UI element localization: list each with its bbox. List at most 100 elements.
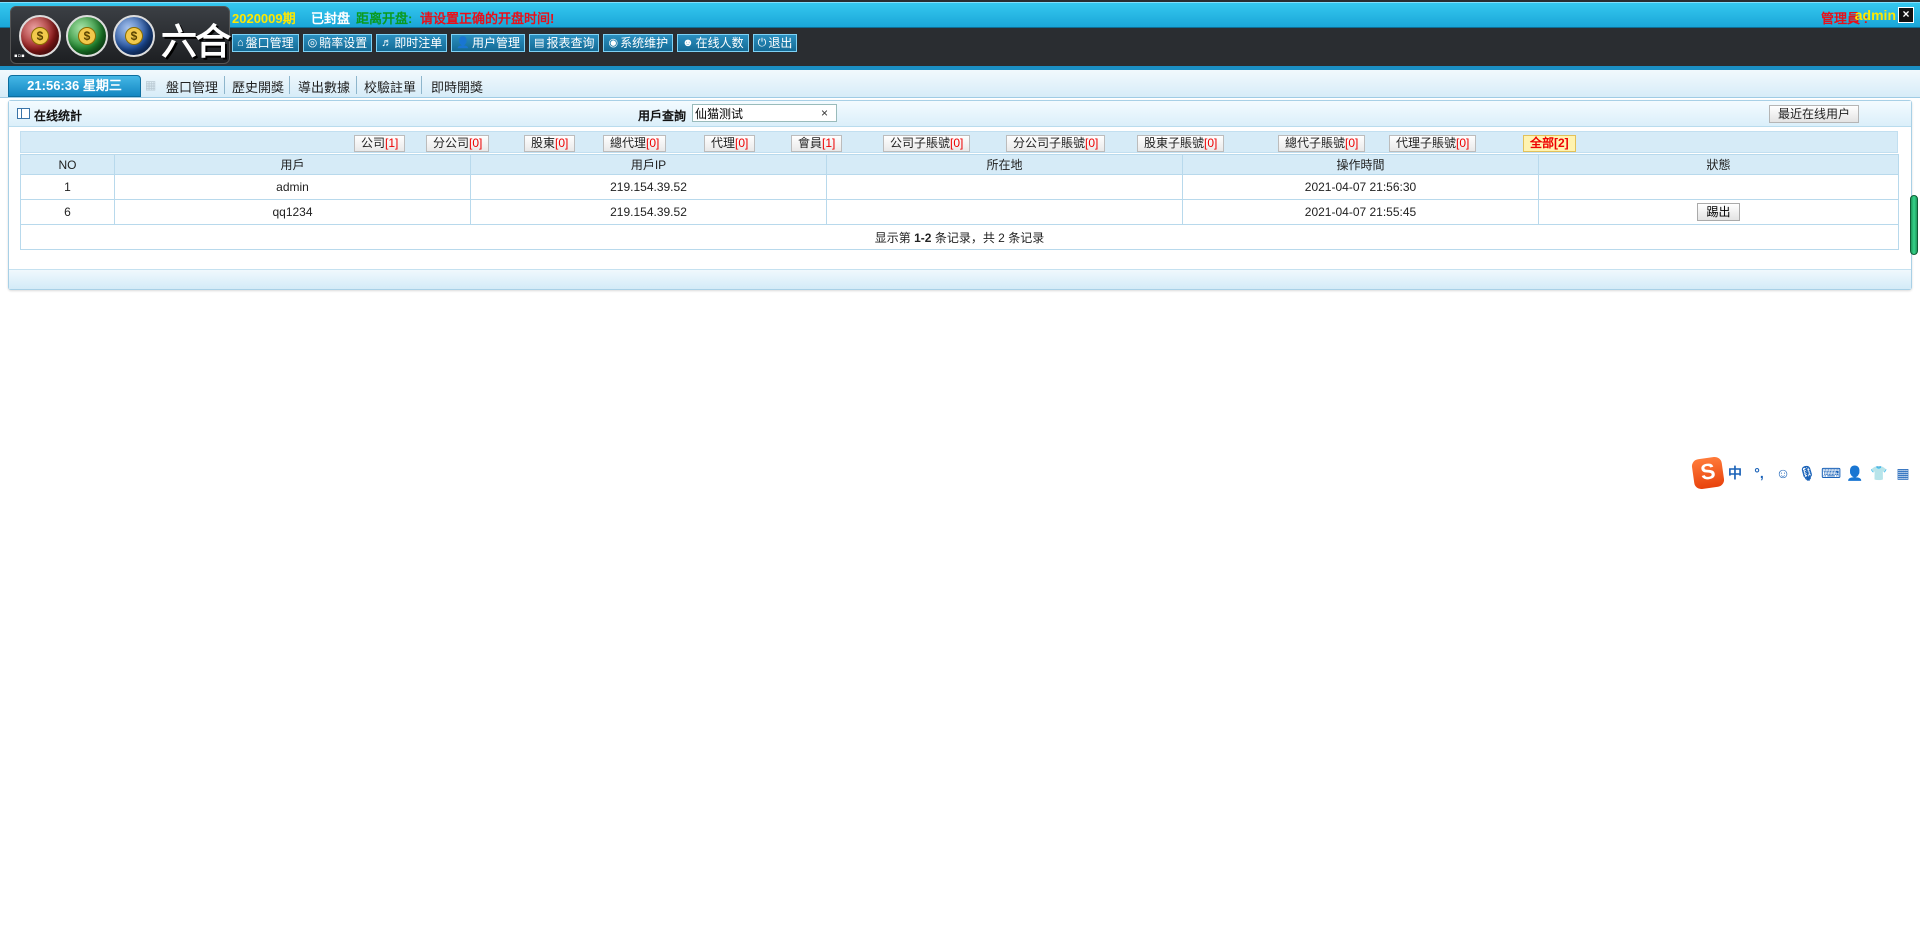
filter-general-agent-subaccount-button[interactable]: 總代子賬號[0]	[1278, 135, 1366, 152]
logo-text: 六合	[161, 21, 231, 63]
filter-all-button[interactable]: 全部[2]	[1523, 135, 1576, 152]
cell-no: 1	[20, 174, 115, 200]
filter-general-agent-button[interactable]: 總代理[0]	[603, 135, 667, 152]
filter-label: 分公司	[433, 136, 470, 150]
panel-title: 在线统計	[34, 109, 83, 123]
user-icon: 👤	[456, 36, 471, 49]
filter-label: 總代理	[610, 136, 647, 150]
close-icon[interactable]: ×	[1898, 7, 1914, 23]
filter-agent-subaccount-button[interactable]: 代理子賬號[0]	[1389, 135, 1477, 152]
user-icon[interactable]: 👤	[1843, 465, 1867, 482]
cell-time: 2021-04-07 21:56:30	[1182, 174, 1539, 200]
filter-branch-subaccount-button[interactable]: 分公司子賬號[0]	[1006, 135, 1106, 152]
nav-odds-board-button[interactable]: ⌂ 盤口管理	[232, 34, 299, 52]
keyboard-icon[interactable]: ⌨	[1819, 465, 1843, 482]
emoji-icon[interactable]: ☺	[1771, 465, 1795, 481]
user-search-label: 用戶查詢	[638, 109, 687, 123]
kick-user-button[interactable]: 踢出	[1697, 203, 1740, 221]
filter-count: [0]	[469, 136, 483, 150]
cell-no: 6	[20, 199, 115, 225]
tab-bar: 21:56:36 星期三 ▦ 盤口管理 歷史開獎 導出數據 校驗註單 即時開獎	[0, 70, 1920, 98]
toolbox-icon[interactable]: ▦	[1891, 465, 1915, 482]
table-row: 6 qq1234 219.154.39.52 2021-04-07 21:55:…	[20, 199, 1899, 225]
column-header-user: 用戶	[114, 154, 471, 175]
dollar-icon: $	[78, 27, 96, 45]
tab-separator	[356, 76, 357, 94]
tab-live-draw[interactable]: 即時開獎	[431, 77, 483, 96]
chinese-mode-icon[interactable]: 中	[1723, 463, 1747, 483]
user-search-input[interactable]	[692, 104, 837, 122]
filter-member-button[interactable]: 會員[1]	[791, 135, 843, 152]
filter-count: [0]	[950, 136, 964, 150]
broadcast-icon: ◉	[608, 36, 619, 49]
nav-label: 系统维护	[620, 35, 669, 50]
pagination-summary: 显示第 1-2 条记录，共 2 条记录	[20, 224, 1899, 250]
filter-company-subaccount-button[interactable]: 公司子賬號[0]	[883, 135, 971, 152]
skin-icon[interactable]: 👕	[1867, 465, 1891, 482]
filter-company-button[interactable]: 公司[1]	[354, 135, 406, 152]
punctuation-icon[interactable]: °,	[1747, 465, 1771, 481]
nav-online-users-button[interactable]: ☻ 在线人数	[677, 34, 749, 52]
nav-live-bets-button[interactable]: ♬ 即时注单	[376, 34, 448, 52]
filter-count: [0]	[1456, 136, 1470, 150]
recent-online-users-button[interactable]: 最近在线用户	[1768, 105, 1859, 123]
filter-count: [0]	[735, 136, 749, 150]
filter-count: [0]	[646, 136, 660, 150]
nav-logout-button[interactable]: ⏻ 退出	[752, 34, 798, 52]
filter-branch-button[interactable]: 分公司[0]	[426, 135, 490, 152]
filter-label: 公司	[361, 136, 386, 150]
music-note-icon: ♬	[381, 36, 393, 49]
filter-label: 股東	[531, 136, 556, 150]
filter-label: 會員	[798, 136, 823, 150]
filter-agent-button[interactable]: 代理[0]	[704, 135, 756, 152]
filter-shareholder-button[interactable]: 股東[0]	[524, 135, 576, 152]
pagination-suffix: 条记录	[1008, 230, 1045, 245]
tab-separator	[289, 76, 290, 94]
admin-name: admin	[1854, 7, 1896, 23]
column-header-status: 狀態	[1538, 154, 1899, 175]
nav-label: 报表查询	[546, 35, 595, 50]
pagination-middle: 条记录，共	[934, 230, 995, 245]
open-countdown-label: 距离开盘:	[356, 11, 413, 26]
column-header-time: 操作時間	[1182, 154, 1539, 175]
microphone-icon[interactable]: 🎙	[1795, 465, 1819, 482]
pagination-prefix: 显示第	[874, 230, 911, 245]
tab-odds-board[interactable]: 盤口管理	[166, 77, 218, 96]
tab-draw-history[interactable]: 歷史開獎	[232, 77, 284, 96]
filter-label: 分公司子賬號	[1013, 136, 1086, 150]
sogou-logo-icon[interactable]: S	[1691, 456, 1725, 490]
nav-user-management-button[interactable]: 👤 用户管理	[451, 34, 526, 52]
period-number: 2020009期	[232, 11, 296, 26]
filter-label: 公司子賬號	[890, 136, 951, 150]
table-row: 1 admin 219.154.39.52 2021-04-07 21:56:3…	[20, 174, 1899, 200]
nav-odds-settings-button[interactable]: ◎ 賠率设置	[302, 34, 373, 52]
nav-label: 即时注单	[394, 35, 443, 50]
cell-location	[826, 174, 1183, 200]
filter-count: [0]	[1085, 136, 1099, 150]
nav-label: 用户管理	[472, 35, 521, 50]
side-scroll-handle[interactable]	[1910, 195, 1918, 255]
filter-shareholder-subaccount-button[interactable]: 股東子賬號[0]	[1137, 135, 1225, 152]
panel-header: 在线统計 用戶查詢 × 最近在线用户	[9, 101, 1911, 127]
smiley-icon: ☻	[682, 36, 694, 49]
tab-separator	[224, 76, 225, 94]
power-icon: ⏻	[757, 36, 767, 49]
home-icon: ⌂	[237, 36, 244, 49]
table-icon	[17, 108, 30, 119]
sealed-status: 已封盘	[311, 11, 351, 26]
cell-user: admin	[114, 174, 471, 200]
cell-location	[826, 199, 1183, 225]
tab-export-data[interactable]: 導出數據	[298, 77, 350, 96]
report-icon: ▤	[534, 36, 545, 49]
nav-label: 退出	[768, 35, 793, 50]
nav-reports-button[interactable]: ▤ 报表查询	[529, 34, 600, 52]
tab-verify-bets[interactable]: 校驗註單	[364, 77, 416, 96]
filter-label: 代理子賬號	[1396, 136, 1457, 150]
clear-icon[interactable]: ×	[821, 106, 828, 120]
filter-count: [1]	[385, 136, 399, 150]
ime-toolbar: S 中 °, ☺ 🎙 ⌨ 👤 👕 ▦	[1691, 456, 1920, 490]
table-header-row: NO 用戶 用戶IP 所在地 操作時間 狀態	[20, 154, 1899, 175]
filter-count: [1]	[822, 136, 836, 150]
pagination-range: 1-2	[914, 230, 932, 245]
nav-system-maintenance-button[interactable]: ◉ 系统维护	[603, 34, 674, 52]
